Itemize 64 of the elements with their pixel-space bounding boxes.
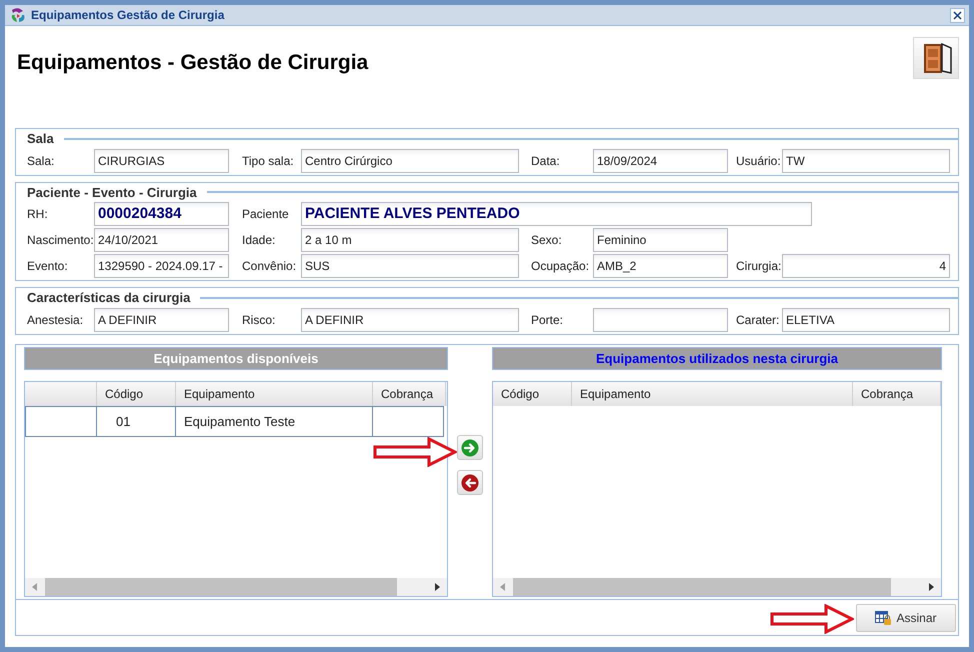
- input-field[interactable]: 2 a 10 m: [301, 228, 519, 252]
- page-title: Equipamentos - Gestão de Cirurgia: [17, 50, 368, 76]
- column-header[interactable]: Código: [493, 382, 572, 406]
- column-header[interactable]: Equipamento: [572, 382, 853, 406]
- table-row[interactable]: 01 Equipamento Teste: [25, 406, 444, 437]
- arrow-right-icon: [461, 438, 479, 456]
- input-field[interactable]: 0000204384: [94, 202, 229, 226]
- field-label: Ocupação:: [531, 258, 590, 275]
- exit-button[interactable]: [913, 37, 959, 79]
- input-field[interactable]: 18/09/2024: [593, 148, 728, 172]
- input-field[interactable]: 1329590 - 2024.09.17 -: [94, 254, 229, 278]
- input-field[interactable]: TW: [782, 148, 950, 172]
- input-field[interactable]: Feminino: [593, 228, 728, 252]
- input-field[interactable]: A DEFINIR: [94, 308, 229, 332]
- arrow-left-icon: [461, 474, 479, 492]
- field-label: Convênio:: [242, 258, 298, 275]
- section-title: Sala: [27, 130, 54, 148]
- panel-header: Equipamentos utilizados nesta cirurgia: [492, 347, 942, 370]
- input-field[interactable]: A DEFINIR: [301, 308, 519, 332]
- field-label: Sexo:: [531, 232, 563, 249]
- field-label: Carater:: [736, 312, 780, 328]
- table-cell: Equipamento Teste: [176, 407, 373, 436]
- field-label: Paciente: [242, 206, 290, 223]
- panel-header: Equipamentos disponíveis: [24, 347, 448, 370]
- input-field[interactable]: SUS: [301, 254, 519, 278]
- close-icon: [953, 10, 962, 20]
- input-field[interactable]: AMB_2: [593, 254, 728, 278]
- sign-button[interactable]: Assinar: [856, 604, 956, 632]
- table-lock-icon: [875, 610, 892, 626]
- field-label: Anestesia:: [27, 312, 84, 328]
- field-label: Tipo sala:: [242, 152, 295, 170]
- window-title: Equipamentos Gestão de Cirurgia: [31, 7, 226, 24]
- field-label: RH:: [27, 206, 49, 223]
- input-field[interactable]: 4: [782, 254, 950, 278]
- input-field[interactable]: PACIENTE ALVES PENTEADO: [301, 202, 812, 226]
- close-button[interactable]: [950, 8, 965, 22]
- field-label: Risco:: [242, 312, 276, 328]
- field-label: Data:: [531, 152, 561, 170]
- input-field[interactable]: ELETIVA: [782, 308, 950, 332]
- input-field[interactable]: [593, 308, 728, 332]
- field-label: Usuário:: [736, 152, 782, 170]
- table-cell: 01: [97, 407, 176, 436]
- field-label: Idade:: [242, 232, 276, 249]
- field-label: Sala:: [27, 152, 56, 170]
- input-field[interactable]: 24/10/2021: [94, 228, 229, 252]
- scrollbar-thumb[interactable]: [45, 578, 397, 596]
- move-left-button[interactable]: [457, 470, 483, 495]
- field-label: Cirurgia:: [736, 258, 782, 275]
- input-field[interactable]: Centro Cirúrgico: [301, 148, 519, 172]
- section-title: Paciente - Evento - Cirurgia: [27, 184, 197, 202]
- horizontal-scrollbar[interactable]: [493, 578, 941, 596]
- input-field[interactable]: CIRURGIAS: [94, 148, 229, 172]
- section-title: Características da cirurgia: [27, 289, 190, 307]
- scrollbar-thumb[interactable]: [513, 578, 891, 596]
- field-label: Nascimento:: [27, 232, 94, 249]
- column-header[interactable]: Cobrança: [853, 382, 941, 406]
- horizontal-scrollbar[interactable]: [25, 578, 447, 596]
- move-right-button[interactable]: [457, 435, 483, 460]
- column-header[interactable]: Equipamento: [176, 382, 373, 406]
- field-label: Evento:: [27, 258, 69, 275]
- field-label: Porte:: [531, 312, 564, 328]
- column-header[interactable]: Cobrança: [373, 382, 446, 406]
- column-header[interactable]: Código: [97, 382, 176, 406]
- app-logo-icon: [9, 6, 27, 24]
